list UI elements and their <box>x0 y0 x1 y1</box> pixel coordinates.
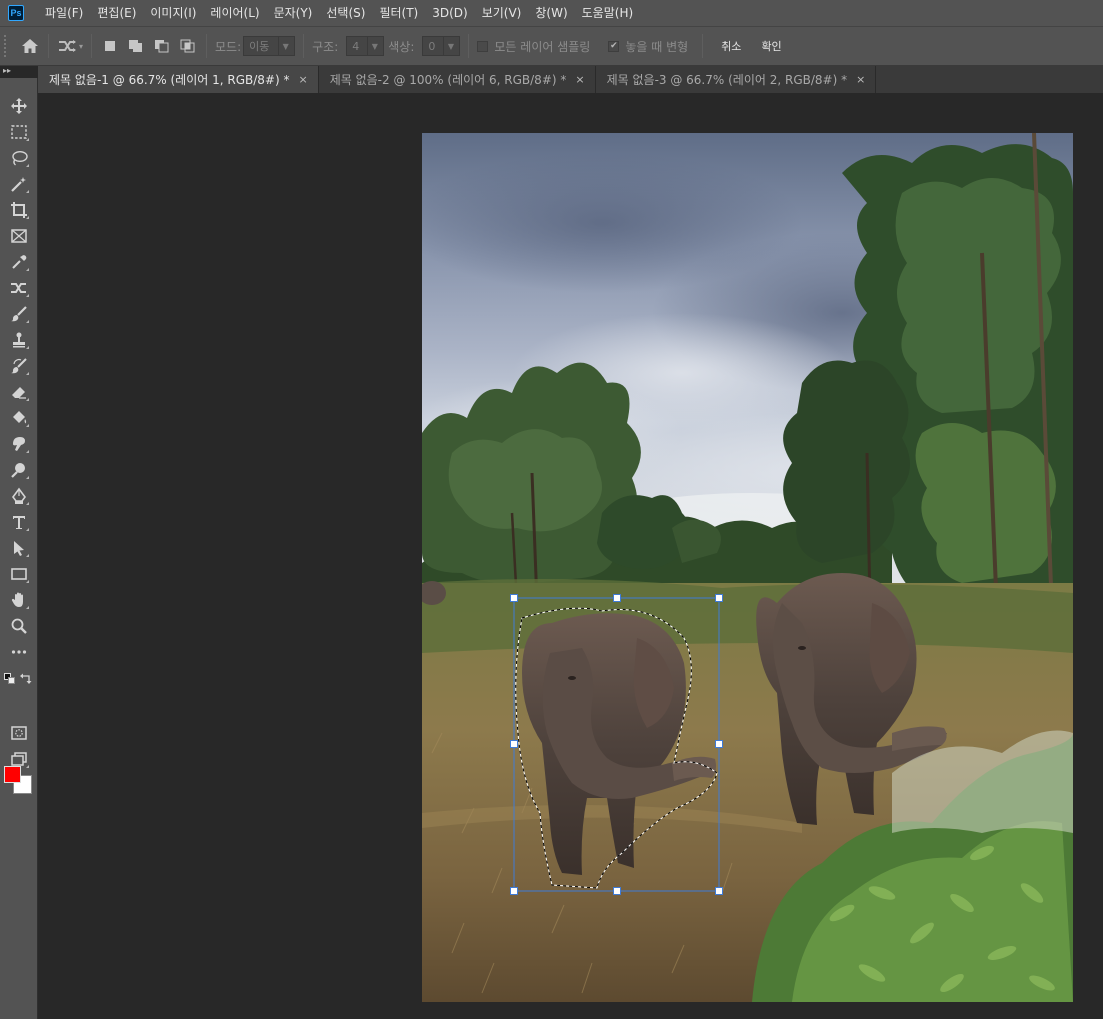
sample-all-layers-checkbox[interactable] <box>477 40 489 52</box>
paint-bucket-tool-icon[interactable] <box>6 406 32 430</box>
menu-type[interactable]: 문자(Y) <box>267 0 320 26</box>
photoshop-logo[interactable]: Ps <box>8 5 24 21</box>
menu-bar: Ps 파일(F) 편집(E) 이미지(I) 레이어(L) 문자(Y) 선택(S)… <box>0 0 1103 26</box>
menu-view[interactable]: 보기(V) <box>475 0 529 26</box>
path-selection-tool-icon[interactable] <box>6 536 32 560</box>
menu-image[interactable]: 이미지(I) <box>143 0 203 26</box>
transform-on-drop-checkbox[interactable]: ✔ <box>608 40 620 52</box>
elephant-photo <box>422 133 1073 1002</box>
intersect-selection-icon[interactable] <box>178 36 198 56</box>
menu-file[interactable]: 파일(F) <box>38 0 90 26</box>
separator <box>702 34 704 58</box>
swap-colors-icon[interactable] <box>20 672 33 685</box>
quick-mask-icon[interactable] <box>6 721 32 745</box>
color-select-value: 0 <box>428 39 436 53</box>
toolbar-collapse-button[interactable]: ▸▸ <box>0 66 38 78</box>
separator <box>91 34 93 58</box>
sample-all-layers-label: 모든 레이어 샘플링 <box>494 39 591 54</box>
rectangle-tool-icon[interactable] <box>6 562 32 586</box>
structure-select-value: 4 <box>352 39 360 53</box>
menu-edit[interactable]: 편집(E) <box>90 0 143 26</box>
lasso-tool-icon[interactable] <box>6 146 32 170</box>
options-bar-grip[interactable] <box>4 35 10 57</box>
smudge-tool-icon[interactable] <box>6 432 32 456</box>
stamp-tool-icon[interactable] <box>6 328 32 352</box>
content-aware-move-preset-icon[interactable] <box>57 36 77 56</box>
new-selection-icon[interactable] <box>100 36 120 56</box>
history-brush-tool-icon[interactable] <box>6 354 32 378</box>
more-tools-icon[interactable] <box>6 640 32 664</box>
color-label: 색상: <box>388 39 415 54</box>
home-icon[interactable] <box>20 36 40 56</box>
subtract-from-selection-icon[interactable] <box>152 36 172 56</box>
tab-title: 제목 없음-2 @ 100% (레이어 6, RGB/8#) * <box>329 73 567 87</box>
tools-panel <box>0 78 38 1019</box>
hand-tool-icon[interactable] <box>6 588 32 612</box>
tab-document-2[interactable]: 제목 없음-2 @ 100% (레이어 6, RGB/8#) * × <box>319 66 596 93</box>
mode-label: 모드: <box>215 39 242 54</box>
cancel-button[interactable]: 취소 <box>711 38 751 54</box>
zoom-tool-icon[interactable] <box>6 614 32 638</box>
document-canvas[interactable] <box>422 133 1073 1002</box>
frame-tool-icon[interactable] <box>6 224 32 248</box>
default-colors-icon[interactable] <box>4 673 16 685</box>
menu-layer[interactable]: 레이어(L) <box>203 0 266 26</box>
menu-help[interactable]: 도움말(H) <box>575 0 641 26</box>
magic-wand-tool-icon[interactable] <box>6 172 32 196</box>
screen-mode-icon[interactable] <box>6 747 32 771</box>
separator <box>303 34 305 58</box>
dodge-tool-icon[interactable] <box>6 458 32 482</box>
pen-tool-icon[interactable] <box>6 484 32 508</box>
separator <box>48 34 49 58</box>
marquee-tool-icon[interactable] <box>6 120 32 144</box>
close-icon[interactable]: × <box>856 73 865 86</box>
eraser-tool-icon[interactable] <box>6 380 32 404</box>
type-tool-icon[interactable] <box>6 510 32 534</box>
commit-button[interactable]: 확인 <box>751 38 791 54</box>
separator <box>206 34 208 58</box>
chevron-down-icon: ▼ <box>278 37 292 55</box>
eyedropper-tool-icon[interactable] <box>6 250 32 274</box>
tab-document-1[interactable]: 제목 없음-1 @ 66.7% (레이어 1, RGB/8#) * × <box>38 66 319 93</box>
tab-document-3[interactable]: 제목 없음-3 @ 66.7% (레이어 2, RGB/8#) * × <box>596 66 877 93</box>
menu-3d[interactable]: 3D(D) <box>425 0 474 26</box>
mode-select[interactable]: 이동 ▼ <box>243 36 296 56</box>
brush-tool-icon[interactable] <box>6 302 32 326</box>
tab-title: 제목 없음-1 @ 66.7% (레이어 1, RGB/8#) * <box>49 73 290 87</box>
chevron-down-icon: ▼ <box>367 37 381 55</box>
separator <box>468 34 470 58</box>
move-tool-icon[interactable] <box>6 94 32 118</box>
close-icon[interactable]: × <box>298 73 307 86</box>
transform-on-drop-label: 놓을 때 변형 <box>625 39 689 54</box>
mode-select-value: 이동 <box>249 40 270 53</box>
crop-tool-icon[interactable] <box>6 198 32 222</box>
color-select[interactable]: 0 ▼ <box>422 36 461 56</box>
chevron-down-icon: ▼ <box>443 37 457 55</box>
close-icon[interactable]: × <box>575 73 584 86</box>
content-aware-move-tool-icon[interactable] <box>6 276 32 300</box>
structure-select[interactable]: 4 ▼ <box>346 36 385 56</box>
structure-label: 구조: <box>312 39 339 54</box>
tab-title: 제목 없음-3 @ 66.7% (레이어 2, RGB/8#) * <box>606 73 848 87</box>
options-bar: ▾ 모드: 이동 ▼ 구조: 4 ▼ 색상: 0 ▼ 모든 레이어 샘플링 ✔ … <box>0 26 1103 66</box>
menu-select[interactable]: 선택(S) <box>319 0 372 26</box>
preset-dropdown-arrow-icon[interactable]: ▾ <box>79 42 83 51</box>
menu-filter[interactable]: 필터(T) <box>372 0 425 26</box>
add-to-selection-icon[interactable] <box>126 36 146 56</box>
menu-window[interactable]: 창(W) <box>528 0 574 26</box>
document-tabs: 제목 없음-1 @ 66.7% (레이어 1, RGB/8#) * × 제목 없… <box>38 66 1103 93</box>
